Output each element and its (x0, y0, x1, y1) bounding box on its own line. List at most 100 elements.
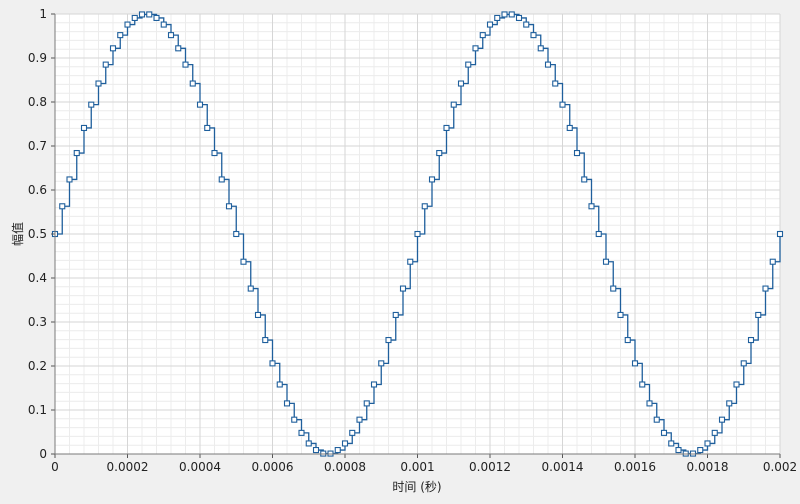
data-point-marker (704, 440, 711, 447)
data-point-marker (356, 416, 363, 423)
data-point-marker (269, 360, 276, 367)
data-point-marker (494, 14, 501, 22)
data-point-marker (755, 311, 762, 319)
y-tick-label: 0.4 (28, 271, 47, 285)
data-point-marker (189, 80, 196, 87)
chart: 0 0.0002 0.0004 0.0006 0.0008 0.001 0.0012 0.00… (0, 0, 800, 500)
data-point-marker (262, 336, 269, 344)
y-tick-label: 0.3 (28, 315, 47, 329)
data-point-marker (595, 230, 602, 238)
y-tick-label: 0.9 (28, 51, 47, 65)
data-point-marker (385, 336, 392, 344)
x-tick-labels: 0 0.0002 0.0004 0.0006 0.0008 0.001 0.0012 0.00… (51, 460, 797, 474)
data-point-marker (298, 429, 305, 436)
data-point-marker (117, 32, 124, 39)
data-point-marker (457, 80, 465, 87)
data-point-marker (167, 32, 175, 39)
data-point-marker (414, 230, 421, 238)
data-point-marker (291, 416, 298, 423)
x-tick-label: 0.0014 (542, 460, 584, 474)
data-point-marker (399, 285, 407, 292)
data-point-marker (465, 61, 472, 68)
data-point-marker (740, 360, 747, 367)
y-tick-labels: 0 0.1 0.2 0.3 0.4 0.5 0.6 0.7 0.8 0.9 1 (28, 7, 47, 461)
y-tick-label: 1 (39, 7, 47, 21)
data-point-marker (175, 45, 182, 52)
data-point-marker (552, 80, 559, 87)
data-point-marker (544, 61, 552, 68)
y-tick-label: 0.5 (28, 227, 47, 241)
data-point-marker (697, 446, 704, 454)
data-point-marker (160, 21, 167, 28)
data-point-marker (530, 32, 537, 39)
data-point-marker (718, 416, 726, 423)
y-axis-label: 幅值 (10, 222, 25, 246)
y-tick-label: 0.1 (28, 403, 47, 417)
data-point-marker (479, 32, 486, 39)
data-point-marker (726, 400, 733, 407)
data-point-marker (588, 203, 595, 210)
data-point-marker (233, 230, 240, 238)
data-point-marker (66, 176, 73, 183)
data-point-marker (349, 429, 356, 436)
x-tick-label: 0.0012 (469, 460, 511, 474)
data-point-marker (660, 429, 668, 436)
data-point-marker (515, 14, 523, 22)
x-tick-label: 0.0002 (107, 460, 149, 474)
y-tick-label: 0.2 (28, 359, 47, 373)
data-point-marker (617, 311, 624, 319)
data-point-marker (747, 336, 755, 344)
data-point-marker (131, 14, 138, 22)
x-tick-label: 0.0016 (614, 460, 656, 474)
y-tick-label: 0 (39, 447, 47, 461)
x-tick-label: 0.0004 (179, 460, 221, 474)
data-point-marker (573, 149, 581, 157)
x-axis-label: 时间 (秒) (392, 480, 441, 494)
data-point-marker (102, 61, 109, 68)
data-point-marker (733, 381, 740, 388)
data-point-marker (631, 360, 639, 367)
x-tick-label: 0 (51, 460, 59, 474)
data-point-marker (602, 258, 610, 265)
data-point-marker (653, 416, 660, 423)
data-point-marker (247, 285, 254, 292)
data-point-marker (153, 14, 160, 22)
data-point-marker (312, 446, 320, 454)
data-point-marker (204, 124, 211, 132)
data-point-marker (211, 149, 218, 157)
data-point-marker (378, 360, 385, 367)
data-point-marker (501, 11, 508, 18)
data-point-marker (646, 400, 653, 407)
data-point-marker (624, 336, 631, 344)
data-point-marker (537, 45, 544, 52)
data-point-marker (776, 230, 784, 238)
data-point-marker (109, 45, 117, 52)
data-point-marker (559, 101, 566, 108)
y-tick-label: 0.7 (28, 139, 47, 153)
data-point-marker (80, 124, 88, 132)
y-tick-label: 0.6 (28, 183, 47, 197)
data-point-marker (428, 176, 436, 183)
data-point-marker (59, 203, 66, 210)
data-point-marker (762, 285, 769, 292)
data-point-marker (675, 446, 682, 454)
data-point-marker (124, 21, 131, 28)
data-point-marker (196, 101, 204, 108)
data-point-marker (566, 124, 573, 132)
data-point-marker (407, 258, 414, 265)
x-tick-label: 0.002 (763, 460, 797, 474)
data-point-marker (508, 11, 515, 18)
data-point-marker (486, 21, 494, 28)
data-point-marker (182, 61, 189, 68)
data-point-marker (769, 258, 776, 265)
data-point-marker (305, 440, 312, 447)
data-point-marker (254, 311, 262, 319)
data-point-marker (370, 381, 378, 388)
data-point-marker (146, 11, 153, 18)
data-point-marker (450, 101, 457, 108)
data-point-marker (95, 80, 102, 87)
data-point-marker (88, 101, 95, 108)
chart-svg: 0 0.0002 0.0004 0.0006 0.0008 0.001 0.0012 0.00… (10, 7, 797, 494)
data-point-marker (363, 400, 370, 407)
y-tick-label: 0.8 (28, 95, 47, 109)
